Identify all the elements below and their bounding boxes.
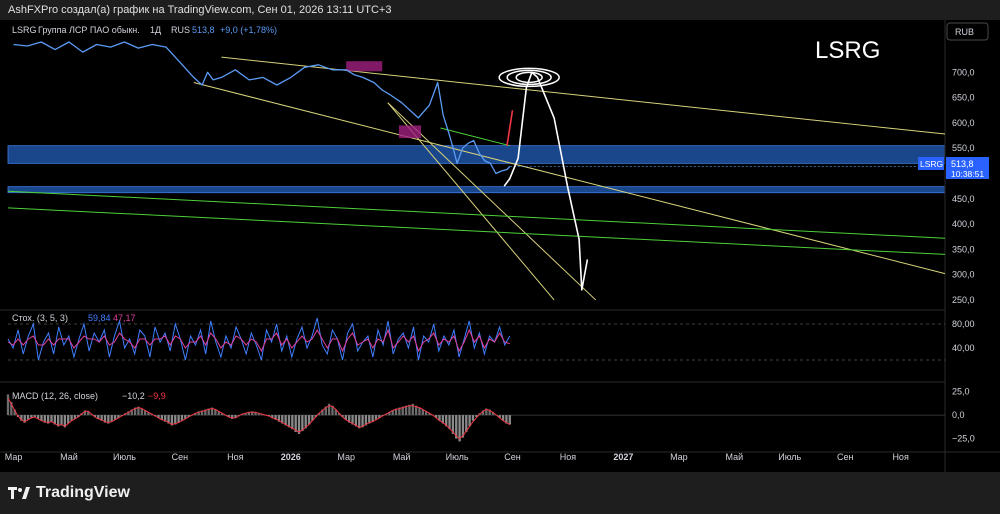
time-axis-tick: Мар [5,452,23,462]
macd-axis-tick: 25,0 [952,387,970,397]
attribution-text: AshFXPro создал(а) график на TradingView… [8,4,392,16]
time-axis-tick: Май [725,452,743,462]
time-axis-tick: Май [393,452,411,462]
support-zone [7,186,946,194]
macd-histogram-bar [508,415,511,425]
macd-histogram-bar [301,415,304,432]
macd-histogram-bar [471,415,475,421]
time-axis-tick: Сен [504,452,521,462]
time-axis-tick: Ноя [892,452,909,462]
time-axis-tick: 2026 [281,452,301,462]
highlight-box [346,61,383,72]
price-legend-last: 513,8 [192,25,215,35]
time-axis-tick: Июль [778,452,801,462]
macd-axis-tick: 0,0 [952,410,965,420]
stoch-legend-name: Стох. (3, 5, 3) [12,313,68,323]
macd-histogram-bar [177,415,180,423]
price-legend-name: Группа ЛСР ПАО обыкн. [38,25,140,35]
price-axis-tick: 650,0 [952,93,975,103]
chart-title: LSRG [815,37,880,64]
tradingview-logo-text: TradingView [36,484,130,501]
trading-chart[interactable]: 700,0650,0600,0550,0500,0450,0400,0350,0… [0,20,1000,472]
chart-background [0,20,1000,472]
time-axis-tick: Июль [113,452,136,462]
currency-text: RUB [955,27,974,37]
stoch-legend-d: 47,17 [113,313,136,323]
macd-histogram-bar [6,394,10,416]
macd-histogram-bar [60,415,63,426]
last-price-value: 513,8 [951,159,974,169]
macd-legend-name: MACD (12, 26, close) [12,391,98,401]
macd-histogram-bar [418,407,421,416]
footer: TradingView [0,472,1000,514]
price-axis-tick: 400,0 [952,219,975,229]
time-axis-tick: Июль [446,452,469,462]
time-axis-tick: Сен [837,452,854,462]
tradingview-logo[interactable]: TradingView [8,484,130,502]
price-axis-tick: 250,0 [952,295,975,305]
price-legend-interval: 1Д [150,25,161,35]
last-price-countdown: 10:38:51 [951,169,984,179]
last-price-symbol: LSRG [920,159,943,169]
time-axis-tick: 2027 [613,452,633,462]
time-axis-tick: Ноя [227,452,244,462]
price-legend-change: +9,0 (+1,78%) [220,25,277,35]
time-axis-tick: Сен [172,452,189,462]
price-legend-exchange: RUS [171,25,190,35]
price-axis-tick: 450,0 [952,194,975,204]
macd-legend-signal: −9,9 [148,391,166,401]
macd-histogram-bar [291,415,294,430]
currency-label[interactable]: RUB [946,22,989,41]
price-legend-symbol: LSRG [12,25,37,35]
stoch-axis-tick: 40,00 [952,343,975,353]
tradingview-logo-icon [8,487,30,499]
time-axis-tick: Май [60,452,78,462]
macd-histogram-bar [50,415,53,422]
price-axis-tick: 350,0 [952,244,975,254]
stoch-axis-tick: 80,00 [952,319,975,329]
time-axis-tick: Мар [337,452,355,462]
highlight-box [398,125,422,139]
time-axis-tick: Ноя [560,452,577,462]
stoch-legend-k: 59,84 [88,313,111,323]
attribution-bar: AshFXPro создал(а) график на TradingView… [0,0,1000,20]
price-axis-tick: 600,0 [952,118,975,128]
time-axis-tick: Мар [670,452,688,462]
price-axis-tick: 550,0 [952,143,975,153]
price-axis-tick: 700,0 [952,67,975,77]
macd-legend-macd: −10,2 [122,391,145,401]
price-axis-tick: 300,0 [952,270,975,280]
macd-axis-tick: −25,0 [952,434,975,444]
